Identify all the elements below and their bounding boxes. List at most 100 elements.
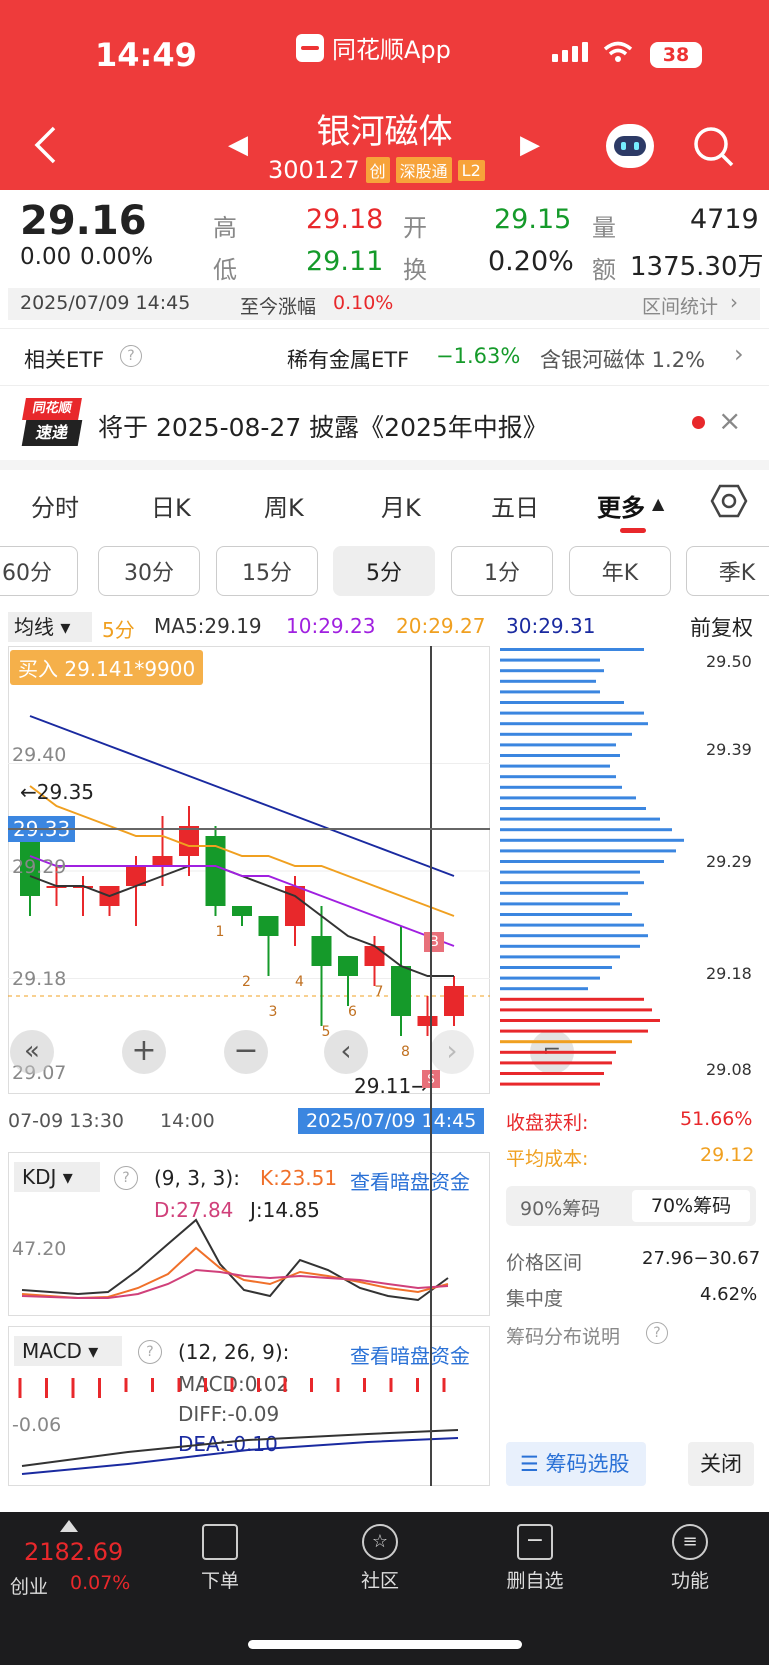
etf-hold: 含银河磁体 1.2%: [540, 348, 706, 372]
high-label: 高: [213, 214, 237, 242]
chip-desc-link[interactable]: 筹码分布说明: [506, 1322, 620, 1349]
chip-y-label: 29.29: [706, 852, 752, 871]
chip-bar-blue: [500, 764, 610, 768]
zoom-in-icon[interactable]: +: [122, 1030, 166, 1074]
ma20-value: 20:29.27: [396, 614, 486, 638]
ma30-value: 30:29.31: [506, 614, 596, 638]
kline-chart[interactable]: 12345678: [8, 646, 490, 1094]
candle-body: [417, 1016, 438, 1026]
chip-bar-blue: [500, 817, 660, 821]
chip-bar-blue: [500, 987, 588, 991]
period-year[interactable]: 年K: [569, 546, 671, 596]
chip-y-label: 29.08: [706, 1060, 752, 1079]
help-icon[interactable]: ?: [120, 345, 142, 367]
turnover-value: 0.20%: [488, 246, 574, 277]
tab-daily[interactable]: 日K: [151, 488, 191, 523]
scroll-right-icon[interactable]: ›: [430, 1030, 474, 1074]
next-stock-icon[interactable]: ▶: [520, 130, 540, 160]
x-label: 07-09 13:30: [8, 1110, 125, 1132]
chip-bar-blue: [500, 881, 644, 885]
chip-bar-red: [500, 1061, 612, 1065]
tab-chip-70[interactable]: 70%筹码: [632, 1190, 750, 1222]
chip-close-button[interactable]: 关闭: [688, 1442, 754, 1486]
nav-order[interactable]: 下单: [180, 1524, 260, 1593]
nav-community[interactable]: ☆ 社区: [340, 1524, 420, 1593]
period-1m[interactable]: 1分: [451, 546, 553, 596]
community-star-icon: ☆: [362, 1524, 398, 1560]
candle-body: [179, 826, 199, 856]
chip-bar-red: [500, 1050, 616, 1054]
chip-bar-blue: [500, 743, 616, 747]
indicator-select[interactable]: 均线 ▾: [8, 612, 92, 642]
tab-monthly[interactable]: 月K: [381, 488, 421, 523]
chip-bar-red: [500, 1082, 600, 1086]
high-marker: ←29.35: [20, 780, 95, 804]
chip-bar-blue: [500, 966, 612, 969]
chip-bar-blue: [500, 934, 648, 938]
menu-icon: ≡: [672, 1524, 708, 1560]
chip-select-button[interactable]: ☰ 筹码选股: [506, 1442, 646, 1486]
app-title: 同花顺App: [296, 30, 451, 65]
etf-name: 稀有金属ETF: [287, 348, 410, 372]
cost-label: 平均成本:: [506, 1148, 589, 1170]
chevron-right-icon: ›: [734, 340, 744, 368]
chip-bar-blue: [500, 838, 684, 842]
caret-up-icon: ▲: [652, 494, 665, 513]
chip-bar-blue: [500, 870, 640, 874]
help-icon[interactable]: ?: [646, 1322, 668, 1344]
order-doc-icon: [202, 1524, 238, 1560]
adjust-mode[interactable]: 前复权: [690, 612, 753, 642]
scroll-left-icon[interactable]: ‹: [324, 1030, 368, 1074]
ths-express-logo: 同花顺 速递: [21, 398, 83, 448]
buy-tag: 买入 29.141*9900: [10, 650, 204, 685]
ytd-value: 0.10%: [333, 292, 394, 314]
chip-bar-blue: [500, 891, 628, 895]
event-marker: 8: [401, 1044, 410, 1060]
candle-body: [444, 986, 464, 1016]
notice-text[interactable]: 将于 2025-08-27 披露《2025年中报》: [98, 408, 548, 444]
tab-more[interactable]: 更多: [597, 488, 645, 523]
period-5m[interactable]: 5分: [333, 546, 435, 596]
tab-fenshi[interactable]: 分时: [31, 488, 79, 523]
tab-chip-90[interactable]: 90%筹码: [520, 1194, 600, 1221]
chip-bar-red: [500, 1019, 660, 1022]
etf-label: 相关ETF: [24, 348, 105, 372]
close-icon[interactable]: ×: [718, 404, 741, 437]
settings-hex-icon[interactable]: [710, 482, 748, 520]
tag-sgt: 深股通: [395, 157, 452, 183]
period-60m[interactable]: 60分: [0, 546, 78, 596]
chip-bar-blue: [500, 860, 664, 863]
candle-body: [232, 906, 252, 916]
header: 14:49 同花顺App 38 ◀ 银河磁体 ▶ 300127 创 深股通 L2: [0, 0, 769, 190]
index-value[interactable]: 2182.69: [24, 1538, 123, 1566]
chip-distribution: [500, 648, 684, 1086]
nav-functions[interactable]: ≡ 功能: [650, 1524, 730, 1593]
chip-bar-blue: [500, 690, 600, 694]
tab-five-day[interactable]: 五日: [491, 488, 539, 523]
rewind-icon[interactable]: «: [10, 1030, 54, 1074]
nav-remove-watchlist[interactable]: − 删自选: [495, 1524, 575, 1593]
period-30m[interactable]: 30分: [98, 546, 200, 596]
ma-period: 5分: [102, 618, 135, 642]
search-icon[interactable]: [692, 125, 736, 169]
concentration-label: 集中度: [506, 1288, 564, 1310]
expand-icon[interactable]: [60, 1520, 78, 1532]
period-15m[interactable]: 15分: [216, 546, 318, 596]
tab-weekly[interactable]: 周K: [264, 488, 304, 523]
candle-body: [338, 956, 358, 976]
concentration-value: 4.62%: [700, 1284, 758, 1305]
chip-bar-blue: [500, 775, 616, 779]
profit-label: 收盘获利:: [506, 1112, 589, 1134]
chip-bar-red: [500, 1008, 652, 1012]
volume-value: 4719: [690, 204, 759, 235]
chip-bar-red: [500, 1040, 632, 1044]
price-change-pct: 0.00%: [80, 244, 154, 270]
cursor-time-tag: 2025/07/09 14:45: [298, 1108, 485, 1134]
chip-bar-red: [500, 1072, 604, 1075]
range-stats-link[interactable]: 区间统计: [642, 292, 718, 319]
zoom-out-icon[interactable]: −: [224, 1030, 268, 1074]
stock-code-row: 300127 创 深股通 L2: [268, 156, 485, 184]
chip-bar-blue: [500, 648, 644, 651]
period-quarter[interactable]: 季K: [686, 546, 769, 596]
robot-assistant-icon[interactable]: [606, 124, 654, 168]
